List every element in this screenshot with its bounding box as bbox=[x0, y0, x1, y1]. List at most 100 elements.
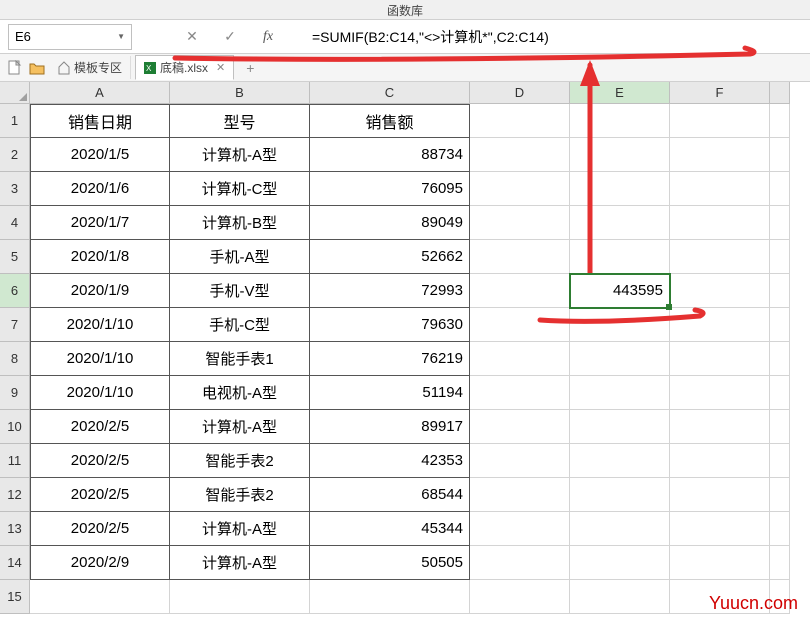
cell-a15[interactable] bbox=[30, 580, 170, 614]
cell-c13[interactable]: 45344 bbox=[310, 512, 470, 546]
cell-g6[interactable] bbox=[770, 274, 790, 308]
cell-b13[interactable]: 计算机-A型 bbox=[170, 512, 310, 546]
cell-f11[interactable] bbox=[670, 444, 770, 478]
row-header-12[interactable]: 12 bbox=[0, 478, 30, 512]
name-box-dropdown-icon[interactable]: ▼ bbox=[117, 32, 125, 41]
cell-b3[interactable]: 计算机-C型 bbox=[170, 172, 310, 206]
cell-f9[interactable] bbox=[670, 376, 770, 410]
cell-f2[interactable] bbox=[670, 138, 770, 172]
cell-d9[interactable] bbox=[470, 376, 570, 410]
cell-b6[interactable]: 手机-V型 bbox=[170, 274, 310, 308]
cell-f1[interactable] bbox=[670, 104, 770, 138]
cell-f8[interactable] bbox=[670, 342, 770, 376]
cell-d13[interactable] bbox=[470, 512, 570, 546]
row-header-1[interactable]: 1 bbox=[0, 104, 30, 138]
row-header-7[interactable]: 7 bbox=[0, 308, 30, 342]
cell-f7[interactable] bbox=[670, 308, 770, 342]
cell-e8[interactable] bbox=[570, 342, 670, 376]
row-header-8[interactable]: 8 bbox=[0, 342, 30, 376]
cell-e4[interactable] bbox=[570, 206, 670, 240]
cell-g1[interactable] bbox=[770, 104, 790, 138]
row-header-2[interactable]: 2 bbox=[0, 138, 30, 172]
cell-g2[interactable] bbox=[770, 138, 790, 172]
cell-c7[interactable]: 79630 bbox=[310, 308, 470, 342]
select-all-corner[interactable] bbox=[0, 82, 30, 104]
cell-a3[interactable]: 2020/1/6 bbox=[30, 172, 170, 206]
col-header-b[interactable]: B bbox=[170, 82, 310, 104]
cell-c15[interactable] bbox=[310, 580, 470, 614]
cell-e2[interactable] bbox=[570, 138, 670, 172]
name-box[interactable]: E6 ▼ bbox=[8, 24, 132, 50]
cell-b5[interactable]: 手机-A型 bbox=[170, 240, 310, 274]
cell-b12[interactable]: 智能手表2 bbox=[170, 478, 310, 512]
cell-d6[interactable] bbox=[470, 274, 570, 308]
cell-f4[interactable] bbox=[670, 206, 770, 240]
row-header-9[interactable]: 9 bbox=[0, 376, 30, 410]
cell-a8[interactable]: 2020/1/10 bbox=[30, 342, 170, 376]
cell-d14[interactable] bbox=[470, 546, 570, 580]
cell-b11[interactable]: 智能手表2 bbox=[170, 444, 310, 478]
cell-c11[interactable]: 42353 bbox=[310, 444, 470, 478]
cell-c8[interactable]: 76219 bbox=[310, 342, 470, 376]
col-header-a[interactable]: A bbox=[30, 82, 170, 104]
cell-e7[interactable] bbox=[570, 308, 670, 342]
fill-handle[interactable] bbox=[666, 304, 672, 310]
cell-a14[interactable]: 2020/2/9 bbox=[30, 546, 170, 580]
cell-f10[interactable] bbox=[670, 410, 770, 444]
cell-g10[interactable] bbox=[770, 410, 790, 444]
cell-f6[interactable] bbox=[670, 274, 770, 308]
cell-a6[interactable]: 2020/1/9 bbox=[30, 274, 170, 308]
col-header-e[interactable]: E bbox=[570, 82, 670, 104]
cell-g8[interactable] bbox=[770, 342, 790, 376]
cell-c5[interactable]: 52662 bbox=[310, 240, 470, 274]
cell-a4[interactable]: 2020/1/7 bbox=[30, 206, 170, 240]
cell-a10[interactable]: 2020/2/5 bbox=[30, 410, 170, 444]
cell-c12[interactable]: 68544 bbox=[310, 478, 470, 512]
cell-b15[interactable] bbox=[170, 580, 310, 614]
cell-a5[interactable]: 2020/1/8 bbox=[30, 240, 170, 274]
row-header-14[interactable]: 14 bbox=[0, 546, 30, 580]
cell-f3[interactable] bbox=[670, 172, 770, 206]
cell-g5[interactable] bbox=[770, 240, 790, 274]
cell-e11[interactable] bbox=[570, 444, 670, 478]
cell-e5[interactable] bbox=[570, 240, 670, 274]
new-tab-button[interactable]: + bbox=[238, 58, 262, 78]
cell-e9[interactable] bbox=[570, 376, 670, 410]
cell-b1[interactable]: 型号 bbox=[170, 104, 310, 138]
cell-e14[interactable] bbox=[570, 546, 670, 580]
row-header-5[interactable]: 5 bbox=[0, 240, 30, 274]
row-header-4[interactable]: 4 bbox=[0, 206, 30, 240]
cell-b4[interactable]: 计算机-B型 bbox=[170, 206, 310, 240]
open-folder-icon[interactable] bbox=[28, 59, 46, 77]
cell-d2[interactable] bbox=[470, 138, 570, 172]
cell-e1[interactable] bbox=[570, 104, 670, 138]
col-header-d[interactable]: D bbox=[470, 82, 570, 104]
cell-f14[interactable] bbox=[670, 546, 770, 580]
cell-g9[interactable] bbox=[770, 376, 790, 410]
cell-c2[interactable]: 88734 bbox=[310, 138, 470, 172]
cell-a13[interactable]: 2020/2/5 bbox=[30, 512, 170, 546]
cell-c4[interactable]: 89049 bbox=[310, 206, 470, 240]
cell-a12[interactable]: 2020/2/5 bbox=[30, 478, 170, 512]
cell-a7[interactable]: 2020/1/10 bbox=[30, 308, 170, 342]
cell-b9[interactable]: 电视机-A型 bbox=[170, 376, 310, 410]
cell-f12[interactable] bbox=[670, 478, 770, 512]
col-header-g[interactable] bbox=[770, 82, 790, 104]
cell-g12[interactable] bbox=[770, 478, 790, 512]
close-tab-icon[interactable]: ✕ bbox=[216, 61, 225, 74]
row-header-10[interactable]: 10 bbox=[0, 410, 30, 444]
tab-file[interactable]: X 底稿.xlsx ✕ bbox=[135, 55, 234, 80]
cell-d11[interactable] bbox=[470, 444, 570, 478]
cell-c9[interactable]: 51194 bbox=[310, 376, 470, 410]
new-doc-icon[interactable] bbox=[6, 59, 24, 77]
cell-d4[interactable] bbox=[470, 206, 570, 240]
cell-c3[interactable]: 76095 bbox=[310, 172, 470, 206]
cell-e10[interactable] bbox=[570, 410, 670, 444]
formula-input[interactable] bbox=[306, 24, 802, 50]
cell-b14[interactable]: 计算机-A型 bbox=[170, 546, 310, 580]
cell-g13[interactable] bbox=[770, 512, 790, 546]
enter-icon[interactable]: ✓ bbox=[220, 27, 240, 47]
cell-f13[interactable] bbox=[670, 512, 770, 546]
cell-a11[interactable]: 2020/2/5 bbox=[30, 444, 170, 478]
cell-a9[interactable]: 2020/1/10 bbox=[30, 376, 170, 410]
